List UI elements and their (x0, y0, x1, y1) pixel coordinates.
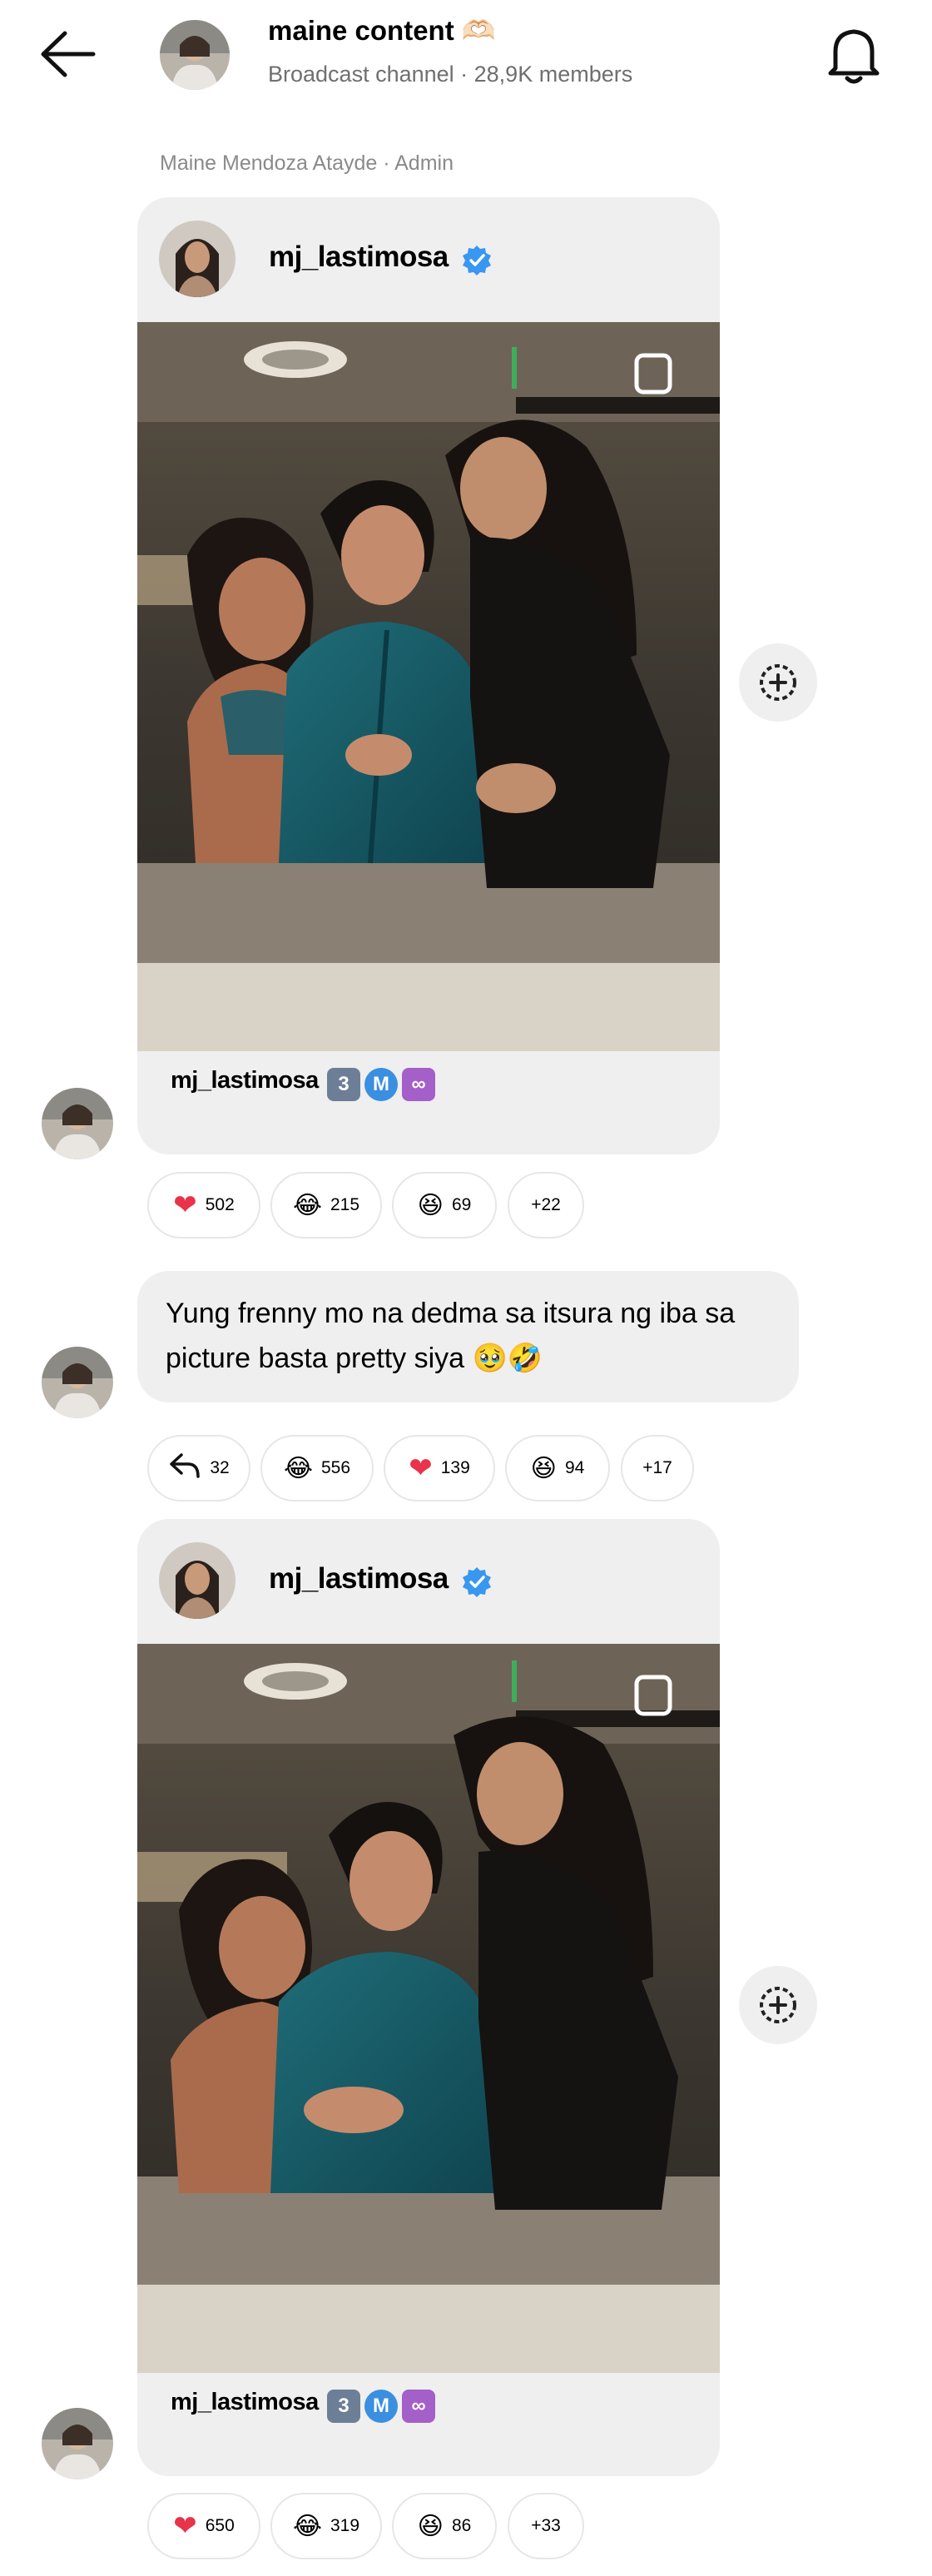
text-message-bubble[interactable]: Yung frenny mo na dedma sa itsura ng iba… (137, 1271, 799, 1402)
channel-header: maine content 🫶🏻 Broadcast channel · 28,… (0, 0, 932, 108)
reaction-count: 215 (330, 1195, 360, 1214)
reaction-grin[interactable]: 😆 86 (392, 2493, 497, 2559)
back-arrow-icon[interactable] (37, 25, 103, 83)
reaction-count: 502 (205, 1195, 235, 1214)
channel-name[interactable]: maine content 🫶🏻 (268, 15, 496, 47)
more-reactions-button[interactable]: +17 (621, 1435, 694, 1501)
account-avatar[interactable] (159, 1542, 235, 1619)
sender-avatar[interactable] (42, 2408, 113, 2479)
post-photo[interactable] (137, 1644, 720, 2373)
reaction-count: 556 (321, 1458, 351, 1477)
admin-label: Maine Mendoza Atayde · Admin (160, 151, 454, 175)
caption-name: mj_lastimosa (171, 2389, 319, 2416)
sender-avatar[interactable] (42, 1088, 113, 1159)
verified-badge-icon (460, 1566, 493, 1599)
verified-badge-icon (460, 244, 493, 277)
reaction-count: 69 (451, 1195, 472, 1214)
heart-emoji-icon: ❤ (409, 1452, 433, 1484)
caption-username[interactable]: mj_lastimosa (171, 1067, 319, 1094)
post-card[interactable]: mj_lastimosa mj_lastimosa 3 M ∞ (137, 197, 720, 1154)
laughing-tears-emoji-icon: 😂 (283, 1454, 313, 1482)
post-photo[interactable] (137, 322, 720, 1051)
account-name[interactable]: mj_lastimosa (269, 1562, 449, 1596)
caption-name: mj_lastimosa (171, 1067, 319, 1094)
channel-avatar[interactable] (160, 20, 230, 90)
heart-emoji-icon: ❤ (173, 1189, 197, 1221)
sender-avatar[interactable] (42, 1347, 113, 1418)
channel-subtitle[interactable]: Broadcast channel · 28,9K members (268, 62, 632, 87)
account-name[interactable]: mj_lastimosa (269, 241, 449, 274)
reaction-laugh[interactable]: 😂 215 (270, 1172, 382, 1238)
reaction-grin[interactable]: 😆 69 (392, 1172, 497, 1238)
reaction-heart[interactable]: ❤ 139 (384, 1435, 495, 1501)
reaction-laugh[interactable]: 😂 319 (270, 2493, 382, 2559)
infinity-emoji: ∞ (402, 2390, 435, 2423)
account-avatar[interactable] (159, 221, 235, 297)
laughing-tears-emoji-icon: 😂 (292, 2512, 322, 2540)
reaction-count: 32 (210, 1458, 230, 1477)
reply-count-button[interactable]: 32 (147, 1435, 250, 1501)
more-reactions-button[interactable]: +33 (508, 2493, 584, 2559)
reaction-heart[interactable]: ❤ 650 (147, 2493, 260, 2559)
more-reactions-button[interactable]: +22 (508, 1172, 584, 1238)
more-reactions-count: +33 (531, 2516, 561, 2535)
bell-icon[interactable] (824, 23, 884, 87)
grinning-squint-emoji-icon: 😆 (417, 1191, 444, 1219)
keycap-3-emoji: 3 (327, 1068, 360, 1101)
more-reactions-count: +17 (642, 1458, 672, 1477)
heart-emoji-icon: ❤ (173, 2510, 197, 2542)
reaction-count: 139 (440, 1458, 470, 1477)
circled-m-emoji: M (364, 1068, 398, 1101)
message-text: Yung frenny mo na dedma sa itsura ng iba… (166, 1298, 736, 1374)
reaction-count: 86 (451, 2516, 472, 2535)
grinning-squint-emoji-icon: 😆 (530, 1454, 557, 1482)
more-reactions-count: +22 (531, 1195, 561, 1214)
reaction-count: 650 (205, 2516, 235, 2535)
reply-icon (168, 1452, 201, 1485)
grinning-squint-emoji-icon: 😆 (417, 2512, 444, 2540)
reaction-count: 94 (564, 1458, 585, 1477)
circled-m-emoji: M (364, 2390, 398, 2423)
forward-add-icon[interactable] (739, 1966, 817, 2044)
laughing-tears-emoji-icon: 😂 (292, 1191, 322, 1219)
reaction-grin[interactable]: 😆 94 (505, 1435, 610, 1501)
reaction-count: 319 (330, 2516, 360, 2535)
post-card[interactable]: mj_lastimosa mj_lastimosa 3 M ∞ (137, 1519, 720, 2476)
reaction-heart[interactable]: ❤ 502 (147, 1172, 260, 1238)
keycap-3-emoji: 3 (327, 2390, 360, 2423)
forward-add-icon[interactable] (739, 643, 817, 722)
reaction-laugh[interactable]: 😂 556 (260, 1435, 374, 1501)
infinity-emoji: ∞ (402, 1068, 435, 1101)
caption-username[interactable]: mj_lastimosa (171, 2389, 319, 2415)
